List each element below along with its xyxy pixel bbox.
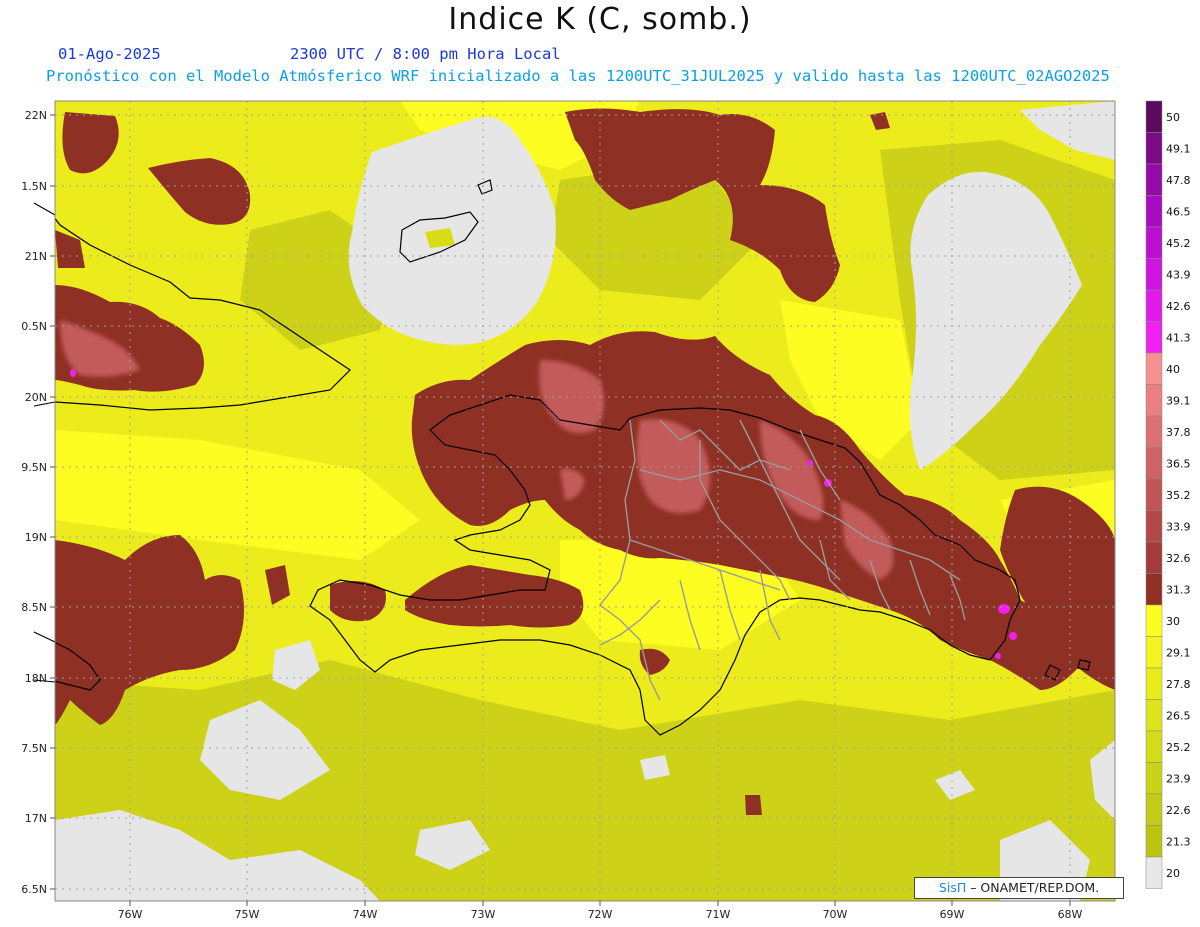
colorbar-swatch: [1145, 573, 1163, 606]
lon-label: 74W: [353, 908, 378, 921]
latitude-labels: 22N 1.5N 21N 0.5N 20N 9.5N 19N 8.5N 18N …: [21, 109, 47, 896]
colorbar-label: 32.6: [1166, 552, 1191, 565]
colorbar-swatch: [1145, 415, 1163, 448]
colorbar-label: 41.3: [1166, 332, 1191, 345]
lon-label: 69W: [940, 908, 965, 921]
colorbar-swatch: [1145, 352, 1163, 385]
colorbar-label: 42.6: [1166, 300, 1191, 313]
credit-text: – ONAMET/REP.DOM.: [966, 880, 1100, 895]
colorbar-label: 25.2: [1166, 741, 1191, 754]
colorbar-swatch: [1145, 793, 1163, 826]
colorbar-swatch: [1145, 510, 1163, 543]
lat-label: 21N: [25, 250, 47, 263]
colorbar-swatch: [1145, 289, 1163, 322]
k-index-map: 22N 1.5N 21N 0.5N 20N 9.5N 19N 8.5N 18N …: [21, 100, 1191, 921]
lon-label: 73W: [471, 908, 496, 921]
lat-label: 0.5N: [21, 320, 47, 333]
lat-label: 8.5N: [21, 601, 47, 614]
colorbar-label: 43.9: [1166, 269, 1191, 282]
colorbar-swatch: [1145, 762, 1163, 795]
lat-label: 9.5N: [21, 461, 47, 474]
lon-label: 71W: [706, 908, 731, 921]
colorbar-label: 45.2: [1166, 237, 1191, 250]
colorbar-swatch: [1145, 258, 1163, 291]
colorbar-label: 22.6: [1166, 804, 1191, 817]
colorbar-label: 26.5: [1166, 710, 1191, 723]
lon-label: 75W: [235, 908, 260, 921]
lat-label: 7.5N: [21, 742, 47, 755]
colorbar-swatch: [1145, 163, 1163, 196]
colorbar-label: 36.5: [1166, 458, 1191, 471]
colorbar-label: 35.2: [1166, 489, 1191, 502]
lon-label: 76W: [118, 908, 143, 921]
lat-label: 19N: [25, 531, 47, 544]
colorbar-swatch: [1145, 667, 1163, 700]
map-plot-area: [55, 101, 1115, 901]
lat-label: 22N: [25, 109, 47, 122]
colorbar-label: 30: [1166, 615, 1180, 628]
colorbar-label: 27.8: [1166, 678, 1191, 691]
colorbar-label: 47.8: [1166, 174, 1191, 187]
colorbar-swatch: [1145, 100, 1163, 133]
colorbar-label: 21.3: [1166, 836, 1191, 849]
colorbar-label: 31.3: [1166, 584, 1191, 597]
colorbar-swatch: [1145, 478, 1163, 511]
colorbar-swatch: [1145, 825, 1163, 858]
colorbar-swatch: [1145, 195, 1163, 228]
lat-label: 6.5N: [21, 883, 47, 896]
colorbar-swatch: [1145, 699, 1163, 732]
colorbar-swatch: [1145, 856, 1163, 889]
colorbar-label: 46.5: [1166, 206, 1191, 219]
lon-label: 70W: [823, 908, 848, 921]
colorbar-label: 40: [1166, 363, 1180, 376]
colorbar-swatch: [1145, 541, 1163, 574]
lat-label: 18N: [25, 672, 47, 685]
colorbar-label: 33.9: [1166, 521, 1191, 534]
brand-logo-text: SisΠ: [938, 880, 967, 895]
lon-label: 72W: [588, 908, 613, 921]
colorbar-swatch: [1145, 384, 1163, 417]
colorbar: 50 49.1 47.8 46.5 45.2 43.9 42.6 41.3 40 39.1 37.8…: [1145, 100, 1191, 889]
longitude-labels: 76W 75W 74W 73W 72W 71W 70W 69W 68W: [118, 908, 1083, 921]
credit-box: SisΠ – ONAMET/REP.DOM.: [914, 877, 1124, 899]
colorbar-swatch: [1145, 447, 1163, 480]
colorbar-swatch: [1145, 226, 1163, 259]
colorbar-label: 23.9: [1166, 773, 1191, 786]
colorbar-label: 37.8: [1166, 426, 1191, 439]
colorbar-label: 29.1: [1166, 647, 1191, 660]
colorbar-swatch: [1145, 132, 1163, 165]
colorbar-label: 20: [1166, 867, 1180, 880]
lat-label: 1.5N: [21, 180, 47, 193]
colorbar-label: 50: [1166, 111, 1180, 124]
lat-label: 20N: [25, 391, 47, 404]
colorbar-swatch: [1145, 604, 1163, 637]
lon-label: 68W: [1058, 908, 1083, 921]
colorbar-label: 49.1: [1166, 143, 1191, 156]
colorbar-swatch: [1145, 730, 1163, 763]
lat-label: 17N: [25, 812, 47, 825]
colorbar-swatch: [1145, 321, 1163, 354]
colorbar-label: 39.1: [1166, 395, 1191, 408]
colorbar-swatch: [1145, 636, 1163, 669]
